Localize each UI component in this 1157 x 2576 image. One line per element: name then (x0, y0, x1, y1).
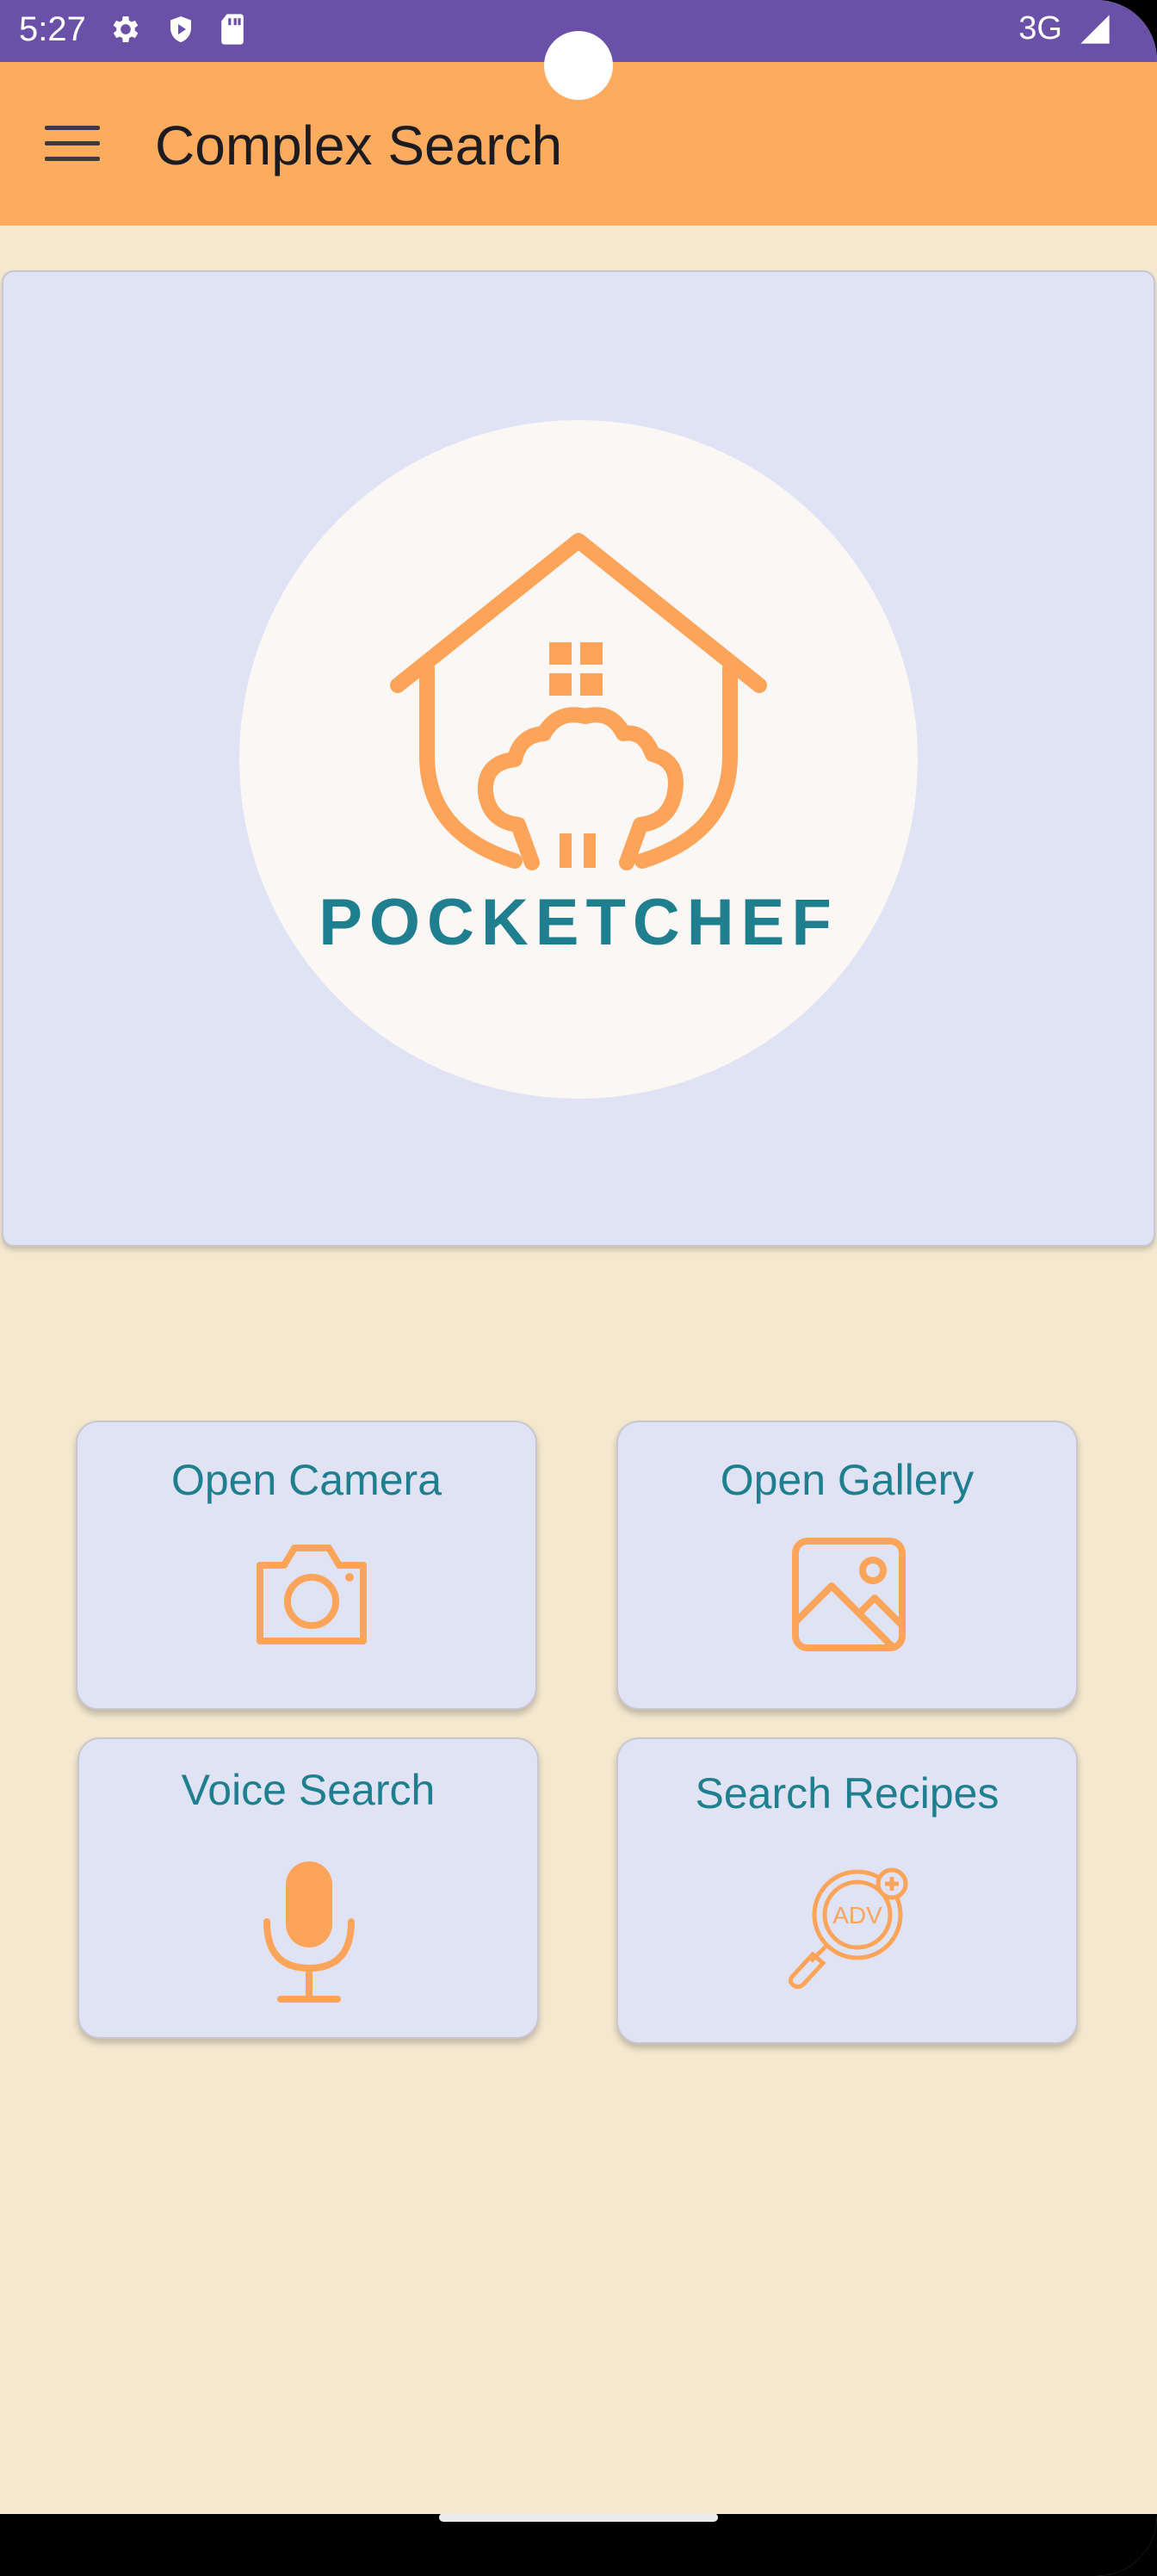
house-chef-hat-logo (390, 533, 767, 870)
camera-icon (257, 1545, 367, 1644)
open-camera-button[interactable]: Open Camera (76, 1421, 537, 1710)
open-gallery-label: Open Gallery (720, 1456, 974, 1504)
status-icons-right: 3G (1018, 10, 1112, 47)
camera-cutout (544, 31, 613, 100)
menu-icon[interactable] (45, 126, 100, 164)
voice-search-button[interactable]: Voice Search (77, 1737, 539, 2039)
status-time: 5:27 (19, 10, 86, 48)
advanced-search-icon: ADV (788, 1867, 908, 1990)
app-screen: 5:27 3G Complex Search POCKETCHEF Open C… (0, 0, 1157, 2576)
svg-text:ADV: ADV (832, 1902, 882, 1929)
home-indicator[interactable] (439, 2513, 718, 2522)
voice-search-label: Voice Search (181, 1766, 436, 1814)
page-title: Complex Search (155, 115, 563, 176)
search-recipes-label: Search Recipes (695, 1769, 999, 1817)
settings-icon (113, 16, 139, 42)
brand-name: POCKETCHEF (319, 886, 838, 959)
microphone-icon (263, 1861, 355, 2003)
network-type: 3G (1018, 10, 1062, 46)
signal-icon (1080, 14, 1110, 44)
sd-card-icon (221, 14, 244, 45)
logo: POCKETCHEF (239, 420, 918, 1099)
image-icon (792, 1538, 906, 1651)
open-camera-label: Open Camera (170, 1456, 442, 1504)
status-icons-left (108, 12, 246, 46)
shield-icon (170, 16, 191, 42)
navigation-bar (0, 2514, 1157, 2576)
open-gallery-button[interactable]: Open Gallery (616, 1421, 1078, 1710)
search-recipes-button[interactable]: Search Recipes ADV (616, 1737, 1078, 2044)
